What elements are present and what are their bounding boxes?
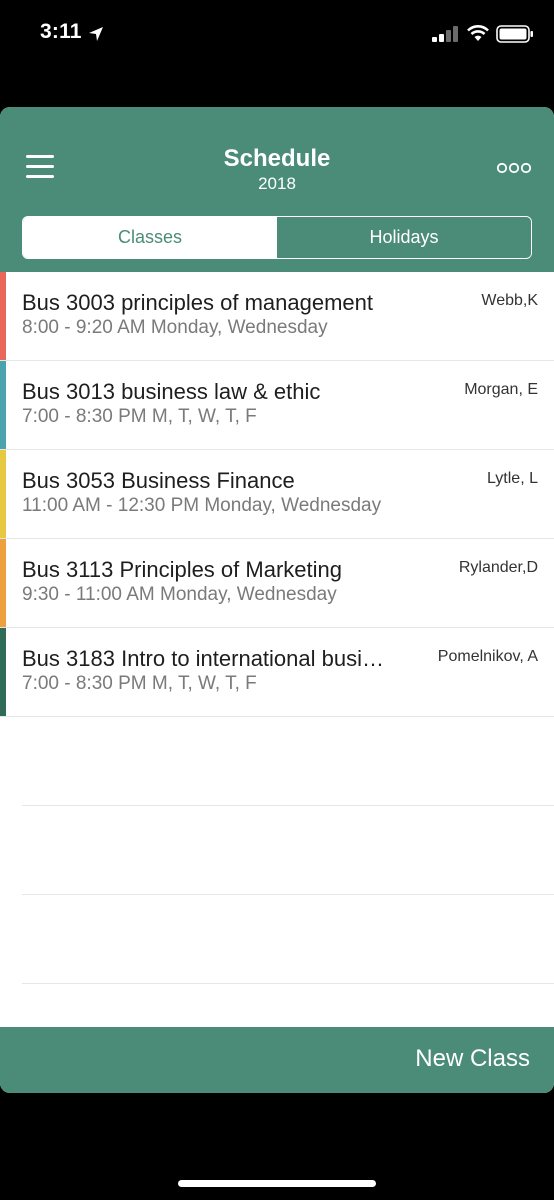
app-card: Schedule 2018 Classes Holidays Bus 3003 … [0, 107, 554, 1093]
class-row[interactable]: Bus 3013 business law & ethic 7:00 - 8:3… [0, 361, 554, 450]
class-instructor: Rylander,D [458, 559, 538, 576]
empty-list-row [22, 806, 554, 895]
class-row[interactable]: Bus 3003 principles of management 8:00 -… [0, 272, 554, 361]
tab-segmented-control: Classes Holidays [22, 216, 532, 259]
empty-list-row [22, 717, 554, 806]
status-bar: 3:11 [0, 0, 554, 70]
cellular-signal-icon [432, 26, 458, 42]
page-subtitle-year: 2018 [258, 174, 296, 193]
class-course-name: Bus 3113 Principles of Marketing [22, 557, 342, 582]
class-course-name: Bus 3183 Intro to international busi… [22, 646, 385, 671]
new-class-button[interactable]: New Class [415, 1045, 530, 1073]
wifi-icon [467, 25, 489, 41]
class-time: 7:00 - 8:30 PM M, T, W, T, F [22, 406, 257, 427]
class-color-stripe [0, 628, 6, 716]
page-title: Schedule [223, 145, 331, 172]
footer-bar: New Class [0, 1027, 554, 1093]
battery-icon [496, 25, 533, 43]
class-color-stripe [0, 450, 6, 538]
home-indicator[interactable] [178, 1180, 376, 1187]
schedule-header: Schedule 2018 Classes Holidays [0, 107, 554, 272]
class-instructor: Pomelnikov, A [437, 648, 538, 665]
class-time: 11:00 AM - 12:30 PM Monday, Wednesday [22, 495, 382, 516]
class-color-stripe [0, 272, 6, 360]
tab-holidays[interactable]: Holidays [277, 217, 531, 258]
class-color-stripe [0, 539, 6, 627]
class-course-name: Bus 3003 principles of management [22, 290, 373, 315]
class-color-stripe [0, 361, 6, 449]
class-row[interactable]: Bus 3113 Principles of Marketing 9:30 - … [0, 539, 554, 628]
class-instructor: Lytle, L [487, 470, 538, 487]
class-instructor: Webb,K [481, 292, 538, 309]
class-list: Bus 3003 principles of management 8:00 -… [0, 272, 554, 984]
status-time: 3:11 [40, 20, 82, 43]
class-time: 7:00 - 8:30 PM M, T, W, T, F [22, 673, 257, 694]
class-time: 9:30 - 11:00 AM Monday, Wednesday [22, 584, 337, 605]
class-row[interactable]: Bus 3053 Business Finance 11:00 AM - 12:… [0, 450, 554, 539]
class-course-name: Bus 3013 business law & ethic [22, 379, 321, 404]
class-course-name: Bus 3053 Business Finance [22, 468, 295, 493]
empty-list-row [22, 895, 554, 984]
location-arrow-icon [89, 27, 103, 41]
class-time: 8:00 - 9:20 AM Monday, Wednesday [22, 317, 328, 338]
more-options-icon[interactable] [496, 161, 532, 175]
class-row[interactable]: Bus 3183 Intro to international busi… 7:… [0, 628, 554, 717]
tab-classes[interactable]: Classes [23, 217, 277, 258]
class-instructor: Morgan, E [464, 381, 538, 398]
